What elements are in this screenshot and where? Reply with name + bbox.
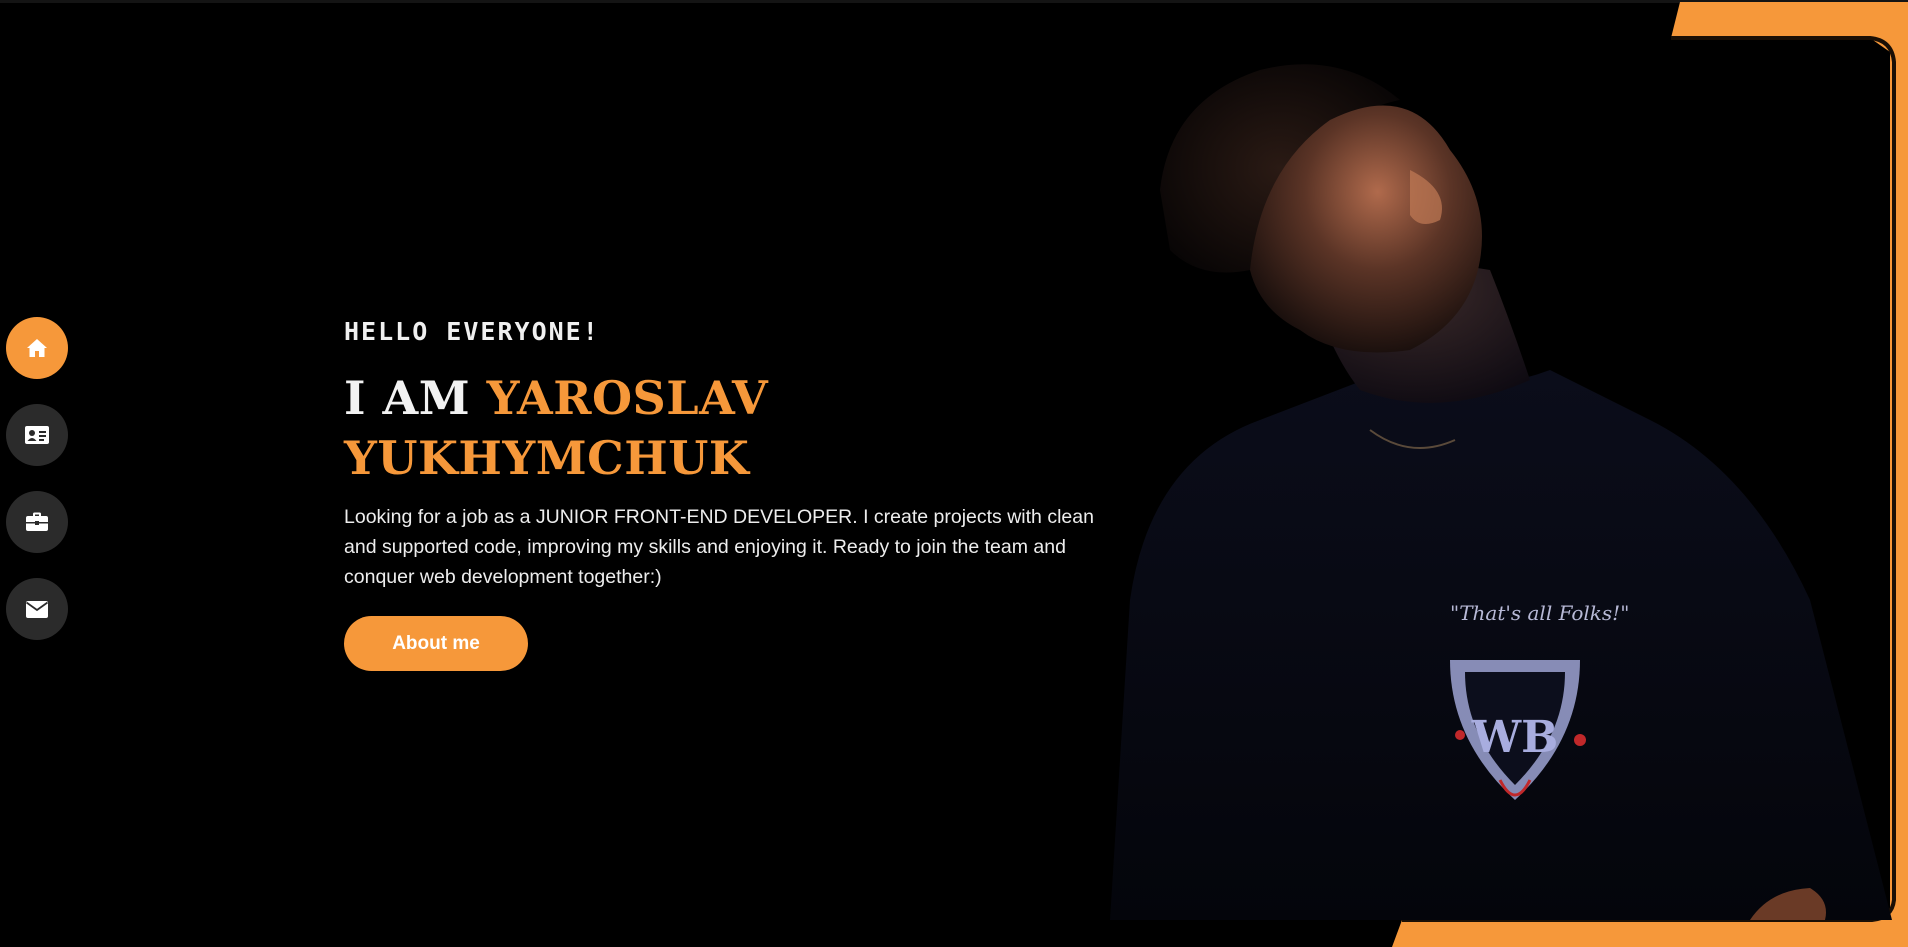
side-nav <box>6 317 68 665</box>
title-prefix: I AM <box>344 371 487 425</box>
svg-text:"That's all Folks!": "That's all Folks!" <box>1450 601 1629 625</box>
hero-section: HELLO EVERYONE! I AM YAROSLAV YUKHYMCHUK… <box>344 312 1104 671</box>
portrait-image: "That's all Folks!" WB <box>1110 64 1892 920</box>
id-card-icon <box>25 426 49 444</box>
hero-description: Looking for a job as a JUNIOR FRONT-END … <box>344 506 1094 588</box>
svg-text:WB: WB <box>1471 712 1559 763</box>
nav-contact-button[interactable] <box>6 578 68 640</box>
top-border <box>0 0 1908 3</box>
briefcase-icon <box>26 512 48 531</box>
home-icon <box>27 339 47 357</box>
nav-portfolio-button[interactable] <box>6 491 68 553</box>
envelope-icon <box>26 600 48 618</box>
about-me-button[interactable]: About me <box>344 616 528 671</box>
hero-title: I AM YAROSLAV YUKHYMCHUK <box>344 368 1104 488</box>
nav-home-button[interactable] <box>6 317 68 379</box>
greeting-text: HELLO EVERYONE! <box>344 317 600 346</box>
nav-about-button[interactable] <box>6 404 68 466</box>
